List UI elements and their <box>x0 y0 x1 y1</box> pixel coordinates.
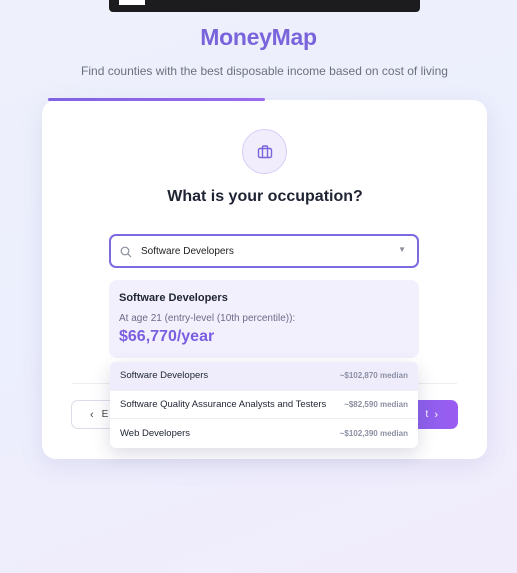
selected-occupation-card: Software Developers At age 21 (entry-lev… <box>109 280 419 358</box>
next-button-label: t <box>425 409 429 420</box>
app-title: MoneyMap <box>200 24 317 50</box>
progress-bar <box>48 98 481 102</box>
dropdown-item[interactable]: Web Developers ~$102,390 median <box>110 419 418 448</box>
search-input[interactable] <box>141 236 391 266</box>
app-subtitle: Find counties with the best disposable i… <box>81 64 448 78</box>
dropdown-item-median: ~$102,870 median <box>339 371 408 381</box>
occupation-dropdown: Software Developers ~$102,870 median Sof… <box>110 362 418 448</box>
dropdown-item[interactable]: Software Developers ~$102,870 median <box>110 362 418 391</box>
occupation-search[interactable]: ▼ <box>109 234 419 268</box>
briefcase-icon <box>242 129 287 174</box>
chevron-right-icon: › <box>434 408 438 421</box>
progress-fill <box>48 98 265 101</box>
dropdown-item-median: ~$82,590 median <box>344 399 408 409</box>
selected-occupation-title: Software Developers <box>119 292 228 304</box>
chevron-left-icon: ‹ <box>90 408 94 421</box>
dropdown-item-name: Software Quality Assurance Analysts and … <box>120 398 327 410</box>
top-bar-marker <box>119 0 145 5</box>
dropdown-item-name: Web Developers <box>120 427 191 439</box>
back-button-label: E <box>101 409 109 420</box>
search-icon <box>120 245 132 263</box>
chevron-down-icon[interactable]: ▼ <box>398 245 406 254</box>
dropdown-item[interactable]: Software Quality Assurance Analysts and … <box>110 391 418 420</box>
dropdown-item-median: ~$102,390 median <box>339 428 408 438</box>
top-bar <box>109 0 420 12</box>
selected-occupation-subtitle: At age 21 (entry-level (10th percentile)… <box>119 313 296 324</box>
dropdown-item-name: Software Developers <box>120 370 209 382</box>
question-heading: What is your occupation? <box>167 188 363 205</box>
selected-occupation-income: $66,770/year <box>119 328 215 345</box>
